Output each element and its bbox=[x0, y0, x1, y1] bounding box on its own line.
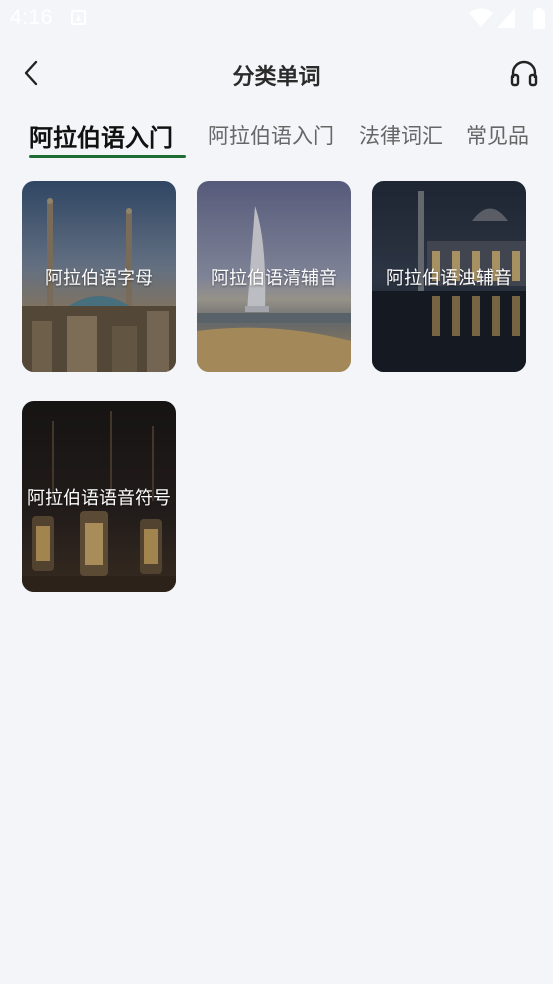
active-tab-indicator bbox=[29, 155, 186, 158]
tab-arabic-intro[interactable]: 阿拉伯语入门 bbox=[29, 118, 173, 153]
page-title: 分类单词 bbox=[232, 65, 321, 90]
category-label: 阿拉伯语清辅音 bbox=[211, 267, 337, 289]
tab-common-items[interactable]: 常见品 bbox=[466, 120, 529, 150]
category-card-voiced-consonants[interactable]: 阿拉伯语浊辅音 bbox=[372, 181, 526, 372]
audio-button[interactable] bbox=[507, 56, 541, 90]
category-label: 阿拉伯语语音符号 bbox=[27, 487, 171, 509]
status-bar: 4:16 bbox=[0, 0, 553, 36]
battery-icon bbox=[533, 8, 545, 29]
tab-legal-vocab[interactable]: 法律词汇 bbox=[359, 120, 443, 150]
wifi-icon bbox=[469, 8, 493, 27]
signal-icon bbox=[497, 8, 515, 28]
headphones-icon bbox=[510, 60, 538, 87]
category-label: 阿拉伯语浊辅音 bbox=[386, 267, 512, 289]
category-label: 阿拉伯语字母 bbox=[45, 267, 153, 289]
category-card-voiceless-consonants[interactable]: 阿拉伯语清辅音 bbox=[197, 181, 351, 372]
app-header: 分类单词 bbox=[0, 46, 553, 104]
notification-icon bbox=[71, 10, 86, 25]
category-card-phonetic-symbols[interactable]: 阿拉伯语语音符号 bbox=[22, 401, 176, 592]
status-time: 4:16 bbox=[10, 6, 53, 29]
tab-arabic-intro-2[interactable]: 阿拉伯语入门 bbox=[208, 120, 334, 150]
category-card-alphabet[interactable]: 阿拉伯语字母 bbox=[22, 181, 176, 372]
